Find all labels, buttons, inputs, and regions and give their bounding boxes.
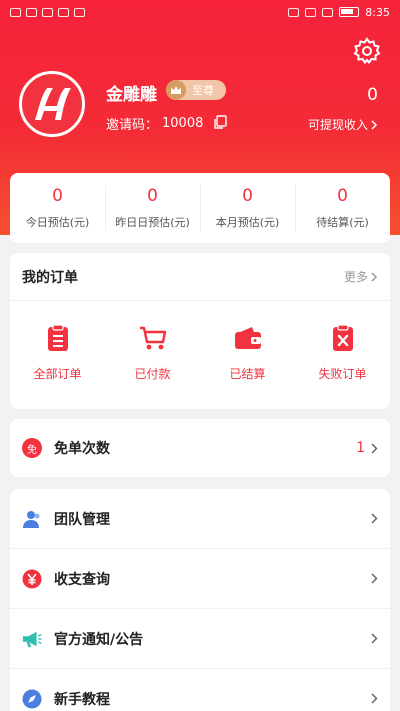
- stat-label: 昨日日预估(元): [115, 216, 190, 229]
- chevron-right-icon: [371, 573, 378, 584]
- menu-item-label: 团队管理: [54, 511, 110, 528]
- stat-pending[interactable]: 0 待结算(元): [295, 173, 390, 243]
- megaphone-icon: [22, 629, 42, 649]
- menu-item-label: 收支查询: [54, 571, 110, 588]
- username: 金雕雕: [106, 85, 157, 105]
- free-badge-icon: 免: [22, 438, 42, 458]
- wallet-icon: [233, 323, 263, 353]
- stat-label: 今日预估(元): [25, 216, 90, 229]
- compass-icon: [22, 689, 42, 709]
- menu-item-team-management[interactable]: 团队管理: [10, 489, 390, 549]
- menu-list: 团队管理 收支查询 官方通知/公告 新手教程: [10, 489, 390, 711]
- stat-this-month[interactable]: 0 本月预估(元): [200, 173, 295, 243]
- cart-icon: [138, 323, 168, 353]
- earnings-stats-card: 0 今日预估(元) 0 昨日日预估(元) 0 本月预估(元) 0 待结算(元): [10, 173, 390, 243]
- notification-icon: [74, 7, 85, 17]
- more-label: 更多: [343, 270, 368, 284]
- orders-more-link[interactable]: 更多: [344, 268, 378, 285]
- team-icon: [22, 509, 42, 529]
- status-icons-left: [10, 7, 85, 17]
- order-paid-button[interactable]: 已付款: [105, 323, 200, 382]
- withdraw-link[interactable]: 可提现收入: [308, 116, 378, 133]
- status-bar: 8:35: [0, 0, 400, 24]
- stat-label: 本月预估(元): [215, 216, 280, 229]
- order-all-button[interactable]: 全部订单: [10, 323, 105, 382]
- wifi-icon: [58, 7, 69, 17]
- order-failed-label: 失败订单: [318, 367, 367, 381]
- menu-item-official-notice[interactable]: 官方通知/公告: [10, 609, 390, 669]
- stat-value: 0: [242, 186, 253, 206]
- logo-h-icon: [35, 88, 71, 120]
- my-orders-card: 我的订单 更多 全部订单 已付款 已结算 失败订单: [10, 253, 390, 409]
- order-settled-button[interactable]: 已结算: [200, 323, 295, 382]
- orders-title: 我的订单: [22, 269, 78, 286]
- gear-icon: [353, 37, 381, 65]
- order-all-label: 全部订单: [33, 367, 82, 381]
- order-failed-button[interactable]: 失败订单: [295, 323, 390, 382]
- free-order-label: 免单次数: [54, 441, 110, 457]
- invite-code-row: 邀请码： 10008: [106, 114, 228, 133]
- chevron-right-icon: [371, 119, 378, 130]
- stat-yesterday[interactable]: 0 昨日日预估(元): [105, 173, 200, 243]
- free-order-count: 1: [356, 440, 365, 456]
- copy-icon[interactable]: [213, 114, 228, 133]
- free-order-count-row[interactable]: 免 免单次数 1: [10, 419, 390, 477]
- status-icons-right: 8:35: [288, 6, 390, 19]
- stat-label: 待结算(元): [316, 216, 369, 229]
- orders-header: 我的订单 更多: [10, 253, 390, 301]
- chevron-right-icon: [371, 271, 378, 282]
- menu-item-beginner-tutorial[interactable]: 新手教程: [10, 669, 390, 711]
- crown-icon: [166, 80, 186, 100]
- failed-order-icon: [328, 323, 358, 353]
- order-paid-label: 已付款: [134, 367, 171, 381]
- order-settled-label: 已结算: [229, 367, 266, 381]
- orders-grid: 全部订单 已付款 已结算 失败订单: [10, 301, 390, 382]
- invite-label: 邀请码：: [106, 118, 159, 133]
- yuan-icon: [22, 569, 42, 589]
- bluetooth-icon: [322, 7, 334, 17]
- invite-code: 10008: [162, 116, 204, 131]
- vip-label: 至尊: [192, 84, 214, 97]
- stat-value: 0: [52, 186, 63, 206]
- stat-value: 0: [147, 186, 158, 206]
- chevron-right-icon: [371, 513, 378, 524]
- chevron-right-icon: [371, 442, 378, 454]
- battery-icon: [339, 7, 360, 17]
- signal-icon: [26, 7, 37, 17]
- menu-item-label: 新手教程: [54, 691, 110, 708]
- withdraw-label: 可提现收入: [307, 118, 368, 132]
- sim-icon: [10, 7, 21, 17]
- vip-badge: 至尊: [166, 80, 226, 100]
- avatar[interactable]: [19, 71, 85, 137]
- status-time: 8:35: [365, 5, 390, 19]
- nfc-icon: [288, 7, 300, 17]
- menu-item-income-query[interactable]: 收支查询: [10, 549, 390, 609]
- alarm-icon: [305, 7, 317, 17]
- chevron-right-icon: [371, 693, 378, 704]
- menu-item-label: 官方通知/公告: [54, 631, 144, 648]
- withdrawable-balance: 0: [367, 85, 378, 105]
- signal-icon: [42, 7, 53, 17]
- settings-button[interactable]: [352, 36, 382, 66]
- chevron-right-icon: [371, 633, 378, 644]
- stat-today[interactable]: 0 今日预估(元): [10, 173, 105, 243]
- clipboard-icon: [43, 323, 73, 353]
- stat-value: 0: [337, 186, 348, 206]
